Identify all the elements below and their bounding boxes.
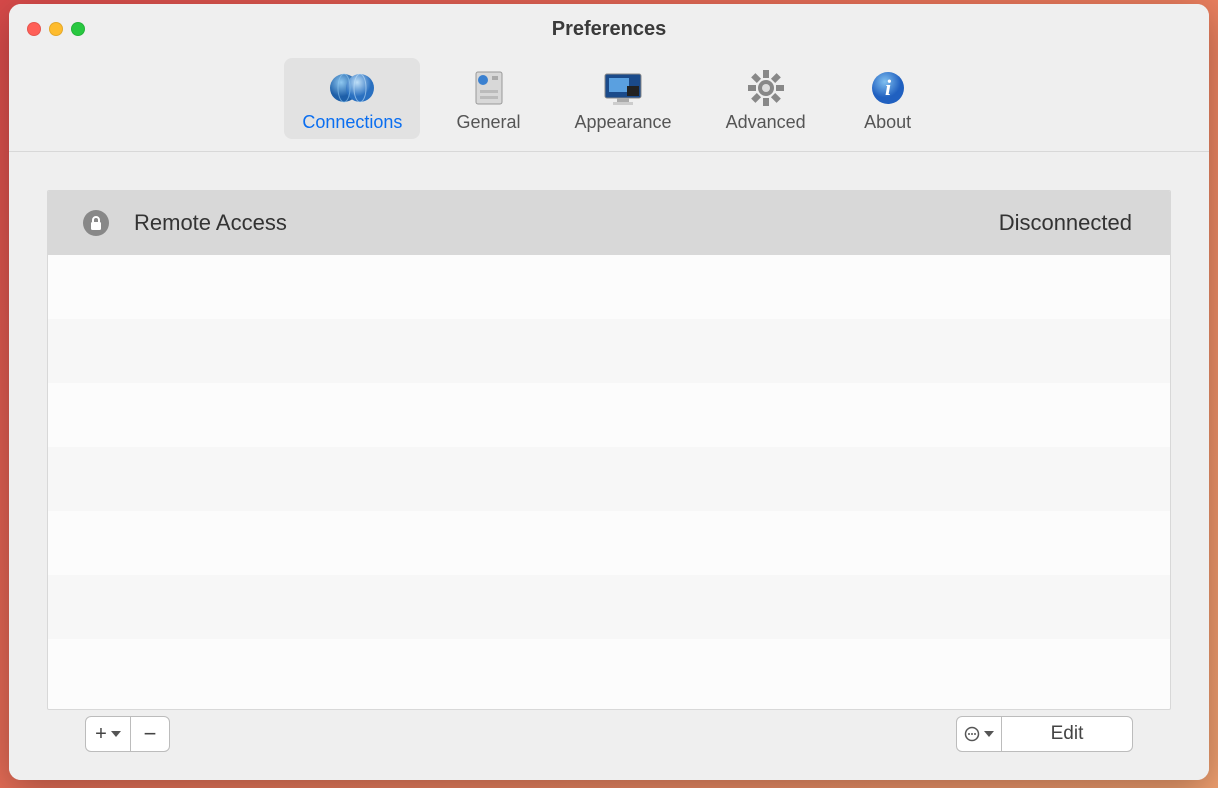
tab-label: Connections — [302, 112, 402, 133]
lock-icon — [83, 210, 109, 236]
table-row[interactable] — [48, 447, 1170, 511]
zoom-button[interactable] — [71, 22, 85, 36]
table-row[interactable]: Remote Access Disconnected — [48, 191, 1170, 255]
connection-name: Remote Access — [116, 210, 999, 236]
tab-label: Advanced — [726, 112, 806, 133]
general-icon — [460, 66, 516, 110]
action-edit-group: Edit — [956, 716, 1133, 752]
connection-status: Disconnected — [999, 210, 1132, 236]
content-area: Remote Access Disconnected + − — [9, 152, 1209, 780]
appearance-icon — [595, 66, 651, 110]
tab-connections[interactable]: Connections — [284, 58, 420, 139]
remove-connection-button[interactable]: − — [130, 716, 170, 752]
bottom-bar: + − Edit — [47, 710, 1171, 780]
table-row[interactable] — [48, 639, 1170, 659]
tab-label: Appearance — [574, 112, 671, 133]
connections-table[interactable]: Remote Access Disconnected — [47, 190, 1171, 710]
tab-general[interactable]: General — [438, 58, 538, 139]
table-row[interactable] — [48, 383, 1170, 447]
plus-icon: + — [95, 723, 107, 746]
about-icon: i — [860, 66, 916, 110]
action-menu-button[interactable] — [956, 716, 1002, 752]
minimize-button[interactable] — [49, 22, 63, 36]
table-row[interactable] — [48, 511, 1170, 575]
titlebar[interactable]: Preferences — [9, 4, 1209, 54]
toolbar: Connections General — [9, 54, 1209, 152]
tab-label: About — [864, 112, 911, 133]
svg-text:i: i — [885, 75, 892, 100]
tab-appearance[interactable]: Appearance — [556, 58, 689, 139]
lock-cell — [76, 210, 116, 236]
preferences-window: Preferences Connections — [9, 4, 1209, 780]
tab-about[interactable]: i About — [842, 58, 934, 139]
ellipsis-icon — [964, 726, 980, 742]
tab-advanced[interactable]: Advanced — [708, 58, 824, 139]
chevron-down-icon — [984, 731, 994, 737]
advanced-icon — [738, 66, 794, 110]
table-row[interactable] — [48, 319, 1170, 383]
connections-icon — [324, 66, 380, 110]
traffic-lights — [27, 22, 85, 36]
add-remove-group: + − — [85, 716, 170, 752]
minus-icon: − — [144, 721, 157, 747]
chevron-down-icon — [111, 731, 121, 737]
table-row[interactable] — [48, 575, 1170, 639]
window-title: Preferences — [9, 18, 1209, 41]
add-connection-button[interactable]: + — [85, 716, 131, 752]
close-button[interactable] — [27, 22, 41, 36]
edit-button[interactable]: Edit — [1001, 716, 1133, 752]
edit-label: Edit — [1051, 723, 1084, 745]
tab-label: General — [456, 112, 520, 133]
table-row[interactable] — [48, 255, 1170, 319]
